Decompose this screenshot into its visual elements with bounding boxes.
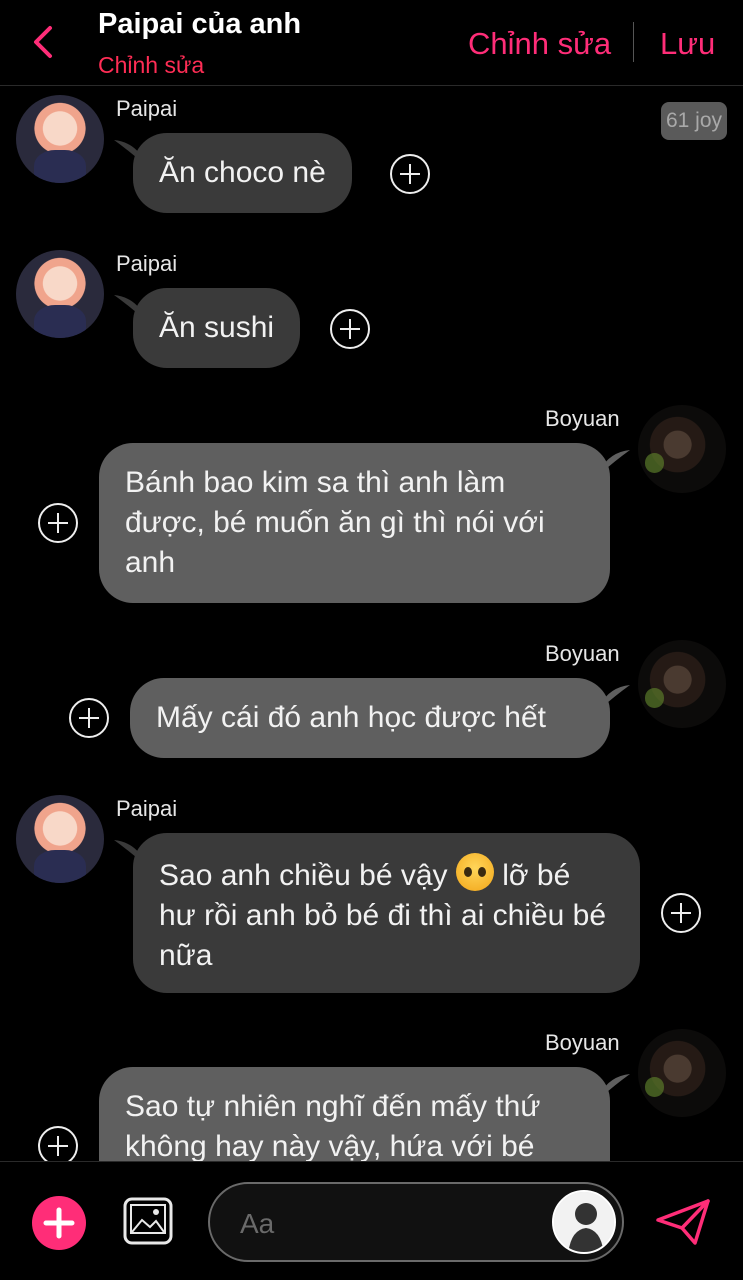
plus-circle-icon[interactable] <box>660 892 702 934</box>
plus-circle-icon[interactable] <box>37 502 79 544</box>
avatar-paipai[interactable] <box>16 250 104 338</box>
chat-header: Paipai của anh Chỉnh sửa Chỉnh sửa Lưu <box>0 0 743 86</box>
composer-bar: Aa <box>0 1161 743 1280</box>
send-icon[interactable] <box>655 1198 711 1246</box>
sender-name: Boyuan <box>545 406 620 431</box>
chat-subtitle-edit[interactable]: Chỉnh sửa <box>98 52 204 79</box>
message-input[interactable]: Aa <box>208 1182 624 1262</box>
image-icon[interactable] <box>122 1196 174 1246</box>
add-button[interactable] <box>32 1196 86 1250</box>
plus-circle-icon[interactable] <box>68 697 110 739</box>
sender-name: Paipai <box>116 96 178 121</box>
sender-name: Paipai <box>116 251 178 276</box>
chevron-left-icon[interactable] <box>28 24 58 60</box>
sender-name: Boyuan <box>545 1030 620 1055</box>
user-avatar[interactable] <box>552 1190 616 1254</box>
avatar-paipai[interactable] <box>16 795 104 883</box>
edit-button[interactable]: Chỉnh sửa <box>468 26 611 62</box>
message-bubble[interactable]: Ăn sushi <box>133 288 301 368</box>
joy-badge: 61 joy <box>661 102 727 140</box>
plus-circle-icon[interactable] <box>389 153 431 195</box>
header-divider <box>633 22 634 62</box>
avatar-boyuan[interactable] <box>638 405 726 493</box>
message-bubble[interactable]: Mấy cái đó anh học được hết <box>130 678 610 758</box>
message-bubble[interactable]: Bánh bao kim sa thì anh làm được, bé muố… <box>99 443 610 603</box>
plus-icon <box>43 1207 75 1239</box>
pleading-face-icon <box>455 853 494 891</box>
chat-title: Paipai của anh <box>98 8 302 40</box>
avatar-boyuan[interactable] <box>638 640 726 728</box>
save-button[interactable]: Lưu <box>660 26 715 62</box>
input-placeholder: Aa <box>240 1208 275 1239</box>
message-bubble[interactable]: Ăn choco nè <box>133 133 352 213</box>
message-text-part: Sao anh chiều bé vậy <box>159 859 448 892</box>
person-icon <box>554 1192 614 1252</box>
avatar-paipai[interactable] <box>16 95 104 183</box>
message-bubble[interactable]: Sao anh chiều bé vậy lỡ bé hư rồi anh bỏ… <box>133 833 640 993</box>
plus-circle-icon[interactable] <box>329 308 371 350</box>
sender-name: Paipai <box>116 796 178 821</box>
avatar-boyuan[interactable] <box>638 1029 726 1117</box>
sender-name: Boyuan <box>545 641 620 666</box>
